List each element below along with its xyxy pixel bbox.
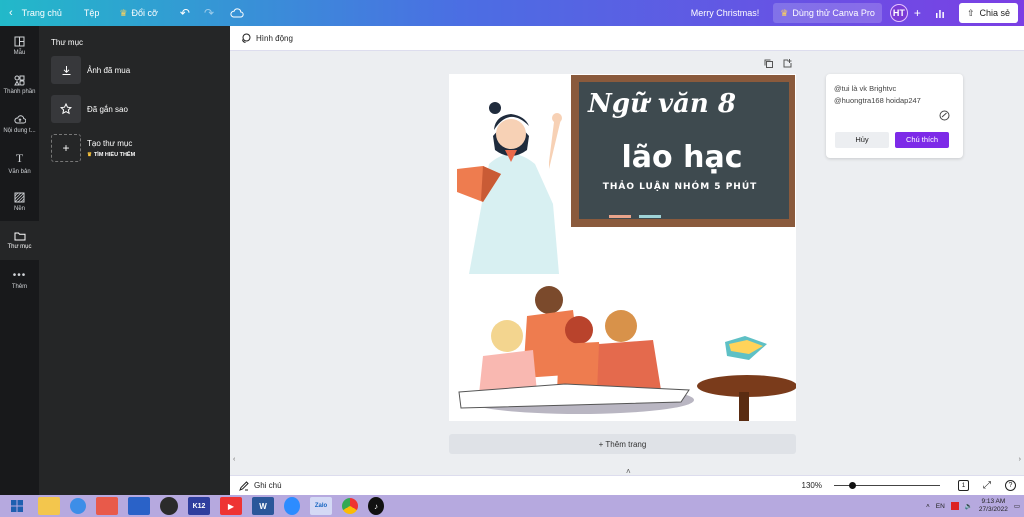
rail-item-folders[interactable]: Thư mục (0, 221, 39, 260)
title-line-3[interactable]: THẢO LUẬN NHÓM 5 PHÚT (603, 180, 758, 192)
zoom-app-icon[interactable] (284, 497, 300, 515)
notifications-icon[interactable]: ▭ (1014, 502, 1020, 510)
more-icon: ••• (12, 269, 27, 281)
crown-icon: ♛ (780, 7, 789, 18)
duplicate-page-icon[interactable] (764, 59, 773, 70)
comment-box: @tui là vk Brightvc @huongtra168 hoidap2… (826, 74, 963, 158)
top-bar: ‹ Trang chủ Tệp ♛ Đổi cỡ ↶ ↷ Merry Chris… (0, 0, 1024, 26)
title-line-2[interactable]: lão hạc (622, 140, 743, 175)
text-icon: T (15, 150, 24, 165)
folder-starred[interactable]: Đã gắn sao (51, 95, 128, 123)
redo-icon[interactable]: ↷ (204, 6, 214, 20)
comment-text-line-1[interactable]: @tui là vk Brightvc (834, 83, 955, 95)
scroll-right-icon[interactable]: › (1019, 456, 1021, 463)
folder-purchased[interactable]: Ảnh đã mua (51, 56, 130, 84)
star-icon (51, 95, 81, 123)
antivirus-icon[interactable] (950, 502, 959, 510)
download-icon (51, 56, 81, 84)
zoom-level[interactable]: 130% (802, 481, 822, 490)
plus-icon: + (51, 134, 81, 162)
store-icon[interactable] (128, 497, 150, 515)
cloud-icon[interactable] (230, 8, 244, 18)
design-artwork: Ngữ văn 8 lão hạc THẢO LUẬN NHÓM 5 PHÚT (457, 75, 796, 421)
animate-button[interactable]: Hình động (240, 33, 293, 44)
folder-icon (14, 232, 25, 241)
bottom-bar: Ghi chú 130% 1 ⤢ ? (230, 475, 1024, 495)
folder-create[interactable]: + Tạo thư mục ♛ TÌM HIỂU THÊM (51, 134, 135, 162)
elements-icon (14, 75, 25, 85)
design-page[interactable]: Ngữ văn 8 lão hạc THẢO LUẬN NHÓM 5 PHÚT (449, 74, 796, 421)
share-icon: ⇧ (966, 7, 975, 18)
editor-toolbar: Hình động (230, 26, 1024, 51)
side-rail: Mẫu Thành phần Nội dung t... T Văn bản N… (0, 26, 39, 495)
upload-icon (13, 114, 26, 123)
help-icon[interactable]: ? (1005, 480, 1016, 491)
zoom-slider-knob[interactable] (849, 482, 857, 489)
k12-icon[interactable]: K12 (188, 497, 210, 515)
app-icon-2[interactable] (160, 497, 178, 515)
title-line-1[interactable]: Ngữ văn 8 (587, 89, 736, 119)
system-tray: ˄ EN 🔈 9:13 AM 27/3/2022 ▭ (926, 498, 1024, 514)
add-page-icon[interactable] (783, 59, 792, 70)
app-icon[interactable] (96, 497, 118, 515)
template-icon (14, 36, 25, 46)
animation-icon (242, 33, 251, 43)
windows-taskbar: K12 ▶ W Zalo ♪ ˄ EN 🔈 9:13 AM 27/3/2022 … (0, 495, 1024, 517)
volume-icon[interactable]: 🔈 (965, 502, 973, 510)
side-table (697, 336, 796, 421)
page-count[interactable]: 1 (958, 480, 969, 491)
youtube-icon[interactable]: ▶ (220, 497, 242, 515)
avatar[interactable]: HT (889, 4, 908, 22)
add-page-button[interactable]: + Thêm trang (449, 434, 796, 454)
crown-icon: ♛ (87, 151, 92, 158)
home-link[interactable]: ‹ Trang chủ (9, 7, 62, 19)
background-icon (14, 192, 25, 202)
notes-icon (239, 480, 249, 491)
internet-explorer-icon[interactable] (70, 498, 86, 514)
cancel-button[interactable]: Hủy (835, 132, 889, 148)
windows-start-icon[interactable] (6, 497, 28, 515)
word-icon[interactable]: W (252, 497, 274, 515)
fullscreen-icon[interactable]: ⤢ (983, 480, 991, 491)
tiktok-icon[interactable]: ♪ (368, 497, 384, 515)
comment-submit-button[interactable]: Chú thích (895, 132, 949, 148)
tray-chevron-icon[interactable]: ˄ (926, 503, 930, 510)
sticker-icon[interactable] (939, 110, 950, 125)
analytics-icon[interactable] (935, 8, 945, 18)
comment-text-line-2[interactable]: @huongtra168 hoidap247 (834, 95, 955, 107)
greeting-text: Merry Christmas! (690, 8, 760, 18)
folders-panel: Thư mục Ảnh đã mua Đã gắn sao + Tạo thư … (39, 26, 230, 495)
students-illustration (458, 286, 694, 414)
chevron-left-icon: ‹ (9, 7, 13, 19)
rail-item-text[interactable]: T Văn bản (0, 143, 39, 182)
rail-item-more[interactable]: ••• Thêm (0, 260, 39, 299)
learn-more-link[interactable]: ♛ TÌM HIỂU THÊM (87, 152, 135, 158)
rail-item-templates[interactable]: Mẫu (0, 26, 39, 65)
share-button[interactable]: ⇧ Chia sẻ (958, 3, 1018, 23)
clock[interactable]: 9:13 AM 27/3/2022 (979, 498, 1008, 514)
teacher-illustration (457, 102, 562, 274)
try-pro-button[interactable]: ♛ Dùng thử Canva Pro (773, 3, 882, 23)
zoom-slider[interactable] (834, 482, 940, 489)
crown-icon: ♛ (119, 7, 128, 18)
add-people-icon[interactable]: + (914, 6, 921, 20)
scroll-left-icon[interactable]: ‹ (233, 456, 235, 463)
rail-item-elements[interactable]: Thành phần (0, 65, 39, 104)
resize-button[interactable]: ♛ Đổi cỡ (119, 8, 158, 19)
rail-item-background[interactable]: Nền (0, 182, 39, 221)
zalo-icon[interactable]: Zalo (310, 497, 332, 515)
chrome-icon[interactable] (342, 498, 358, 514)
undo-icon[interactable]: ↶ (180, 6, 190, 20)
horizontal-scrollbar[interactable]: ‹ › (230, 456, 1024, 465)
language-indicator[interactable]: EN (936, 503, 945, 510)
file-explorer-icon[interactable] (38, 497, 60, 515)
panel-title: Thư mục (51, 38, 84, 47)
rail-item-uploads[interactable]: Nội dung t... (0, 104, 39, 143)
notes-button[interactable]: Ghi chú (239, 480, 282, 491)
file-menu[interactable]: Tệp (84, 8, 100, 18)
canvas-area: Ngữ văn 8 lão hạc THẢO LUẬN NHÓM 5 PHÚT (230, 51, 1024, 476)
